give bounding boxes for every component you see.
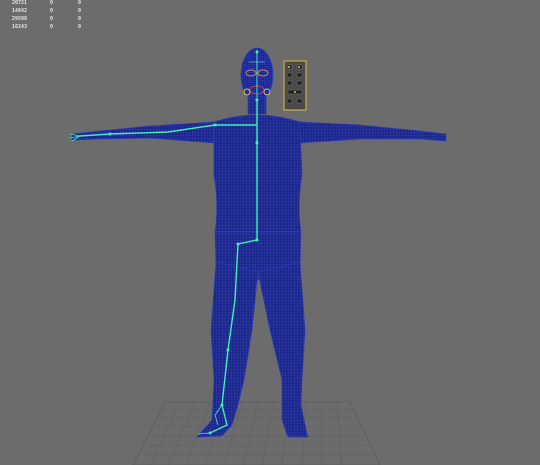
character-mesh[interactable] <box>71 47 447 438</box>
neck-joint[interactable] <box>255 98 259 102</box>
knee-joint[interactable] <box>226 348 230 352</box>
ankle-joint[interactable] <box>220 403 224 407</box>
scene-3d[interactable] <box>0 0 540 465</box>
face-control-panel[interactable] <box>283 60 307 111</box>
shoulder-joint[interactable] <box>213 123 217 127</box>
head-joint[interactable] <box>255 50 259 54</box>
torso-mesh <box>213 114 303 233</box>
viewport[interactable]: 20721 0 0 14842 0 0 29598 0 0 16243 0 0 <box>0 0 540 465</box>
hip-joint[interactable] <box>255 238 259 242</box>
right-arm-mesh <box>299 121 447 144</box>
wrist-joint[interactable] <box>108 132 112 136</box>
chest-joint-marker[interactable] <box>255 141 259 145</box>
right-leg-mesh <box>257 261 309 438</box>
toe-joint[interactable] <box>208 431 212 435</box>
floor-grid <box>132 401 381 465</box>
upleg-joint[interactable] <box>236 242 240 246</box>
